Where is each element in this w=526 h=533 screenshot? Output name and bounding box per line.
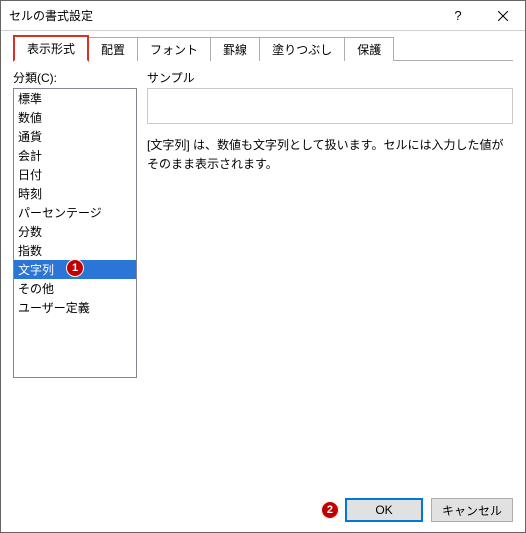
tab-4[interactable]: 塗りつぶし — [259, 37, 345, 61]
category-option[interactable]: 文字列1 — [14, 260, 136, 279]
category-option[interactable]: 時刻 — [14, 184, 136, 203]
tab-5[interactable]: 保護 — [344, 37, 394, 61]
callout-2: 2 — [321, 501, 339, 519]
category-column: 分類(C): 標準数値通貨会計日付時刻パーセンテージ分数指数文字列1その他ユーザ… — [13, 69, 137, 480]
category-option[interactable]: 標準 — [14, 89, 136, 108]
category-option[interactable]: 分数 — [14, 222, 136, 241]
ok-button[interactable]: OK — [345, 498, 423, 522]
dialog-title: セルの書式設定 — [1, 7, 435, 24]
svg-text:?: ? — [454, 9, 461, 23]
callout-1: 1 — [66, 259, 84, 277]
tab-1[interactable]: 配置 — [88, 37, 138, 61]
dialog-button-row: 2 OK キャンセル — [1, 490, 525, 532]
title-bar: セルの書式設定 ? — [1, 1, 525, 31]
category-option[interactable]: パーセンテージ — [14, 203, 136, 222]
category-option[interactable]: 通貨 — [14, 127, 136, 146]
category-option[interactable]: 数値 — [14, 108, 136, 127]
sample-box — [147, 88, 513, 124]
tab-0[interactable]: 表示形式 — [13, 35, 89, 62]
category-option[interactable]: 指数 — [14, 241, 136, 260]
tab-3[interactable]: 罫線 — [210, 37, 260, 61]
category-listbox[interactable]: 標準数値通貨会計日付時刻パーセンテージ分数指数文字列1その他ユーザー定義 — [13, 88, 137, 378]
format-cells-dialog: セルの書式設定 ? 表示形式配置フォント罫線塗りつぶし保護 分類(C): 標準数… — [0, 0, 526, 533]
format-description: [文字列] は、数値も文字列として扱います。セルには入力した値がそのまま表示され… — [147, 136, 513, 174]
category-option[interactable]: その他 — [14, 279, 136, 298]
category-option[interactable]: 日付 — [14, 165, 136, 184]
sample-label: サンプル — [147, 69, 513, 86]
help-button[interactable]: ? — [435, 1, 480, 30]
tab-2[interactable]: フォント — [137, 37, 211, 61]
tab-strip: 表示形式配置フォント罫線塗りつぶし保護 — [13, 37, 513, 61]
category-label: 分類(C): — [13, 69, 137, 86]
category-option[interactable]: ユーザー定義 — [14, 298, 136, 317]
cancel-button[interactable]: キャンセル — [431, 498, 513, 522]
close-button[interactable] — [480, 1, 525, 30]
client-area: 表示形式配置フォント罫線塗りつぶし保護 分類(C): 標準数値通貨会計日付時刻パ… — [1, 31, 525, 490]
category-option[interactable]: 会計 — [14, 146, 136, 165]
tab-body-number: 分類(C): 標準数値通貨会計日付時刻パーセンテージ分数指数文字列1その他ユーザ… — [13, 61, 513, 480]
detail-column: サンプル [文字列] は、数値も文字列として扱います。セルには入力した値がそのま… — [147, 69, 513, 480]
